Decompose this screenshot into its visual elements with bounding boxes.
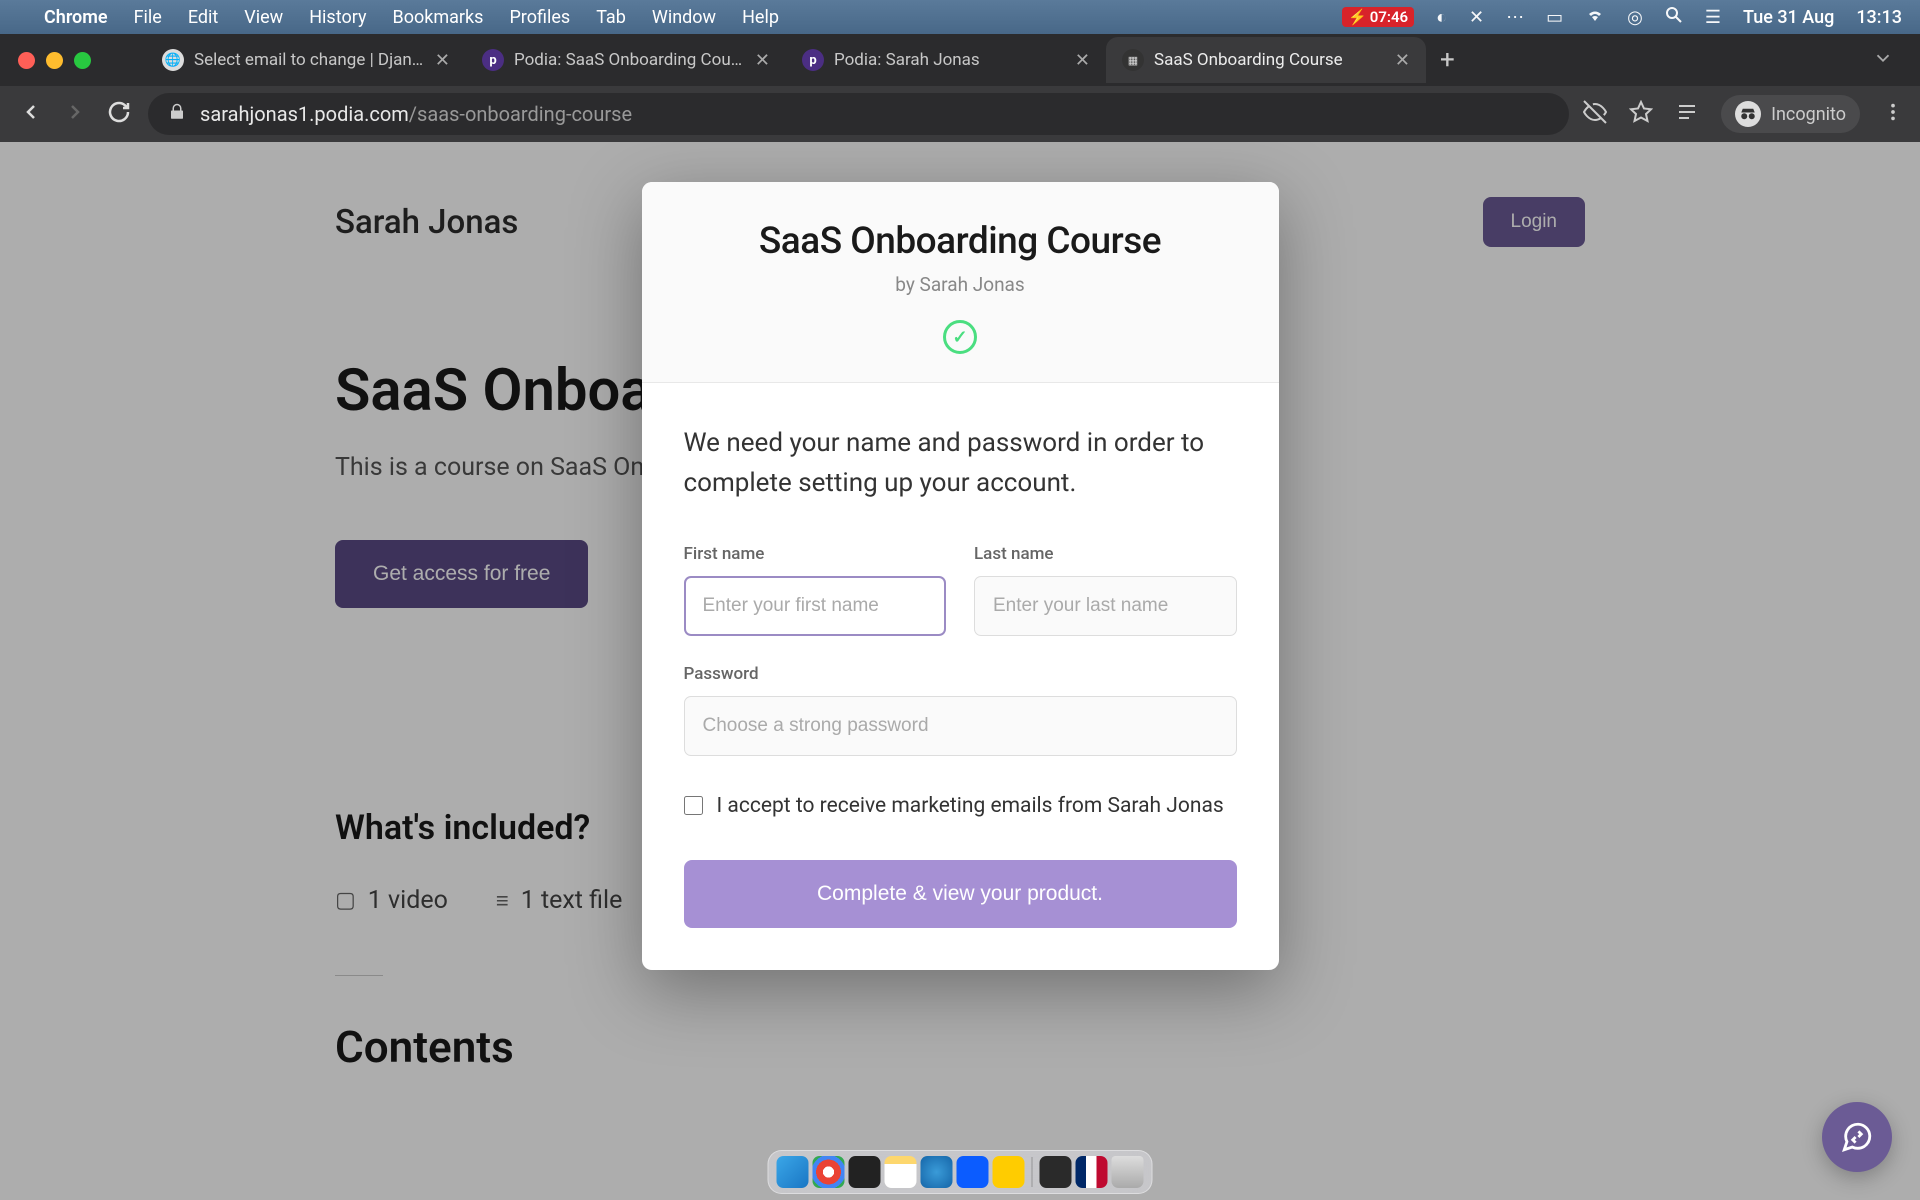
menu-tab[interactable]: Tab bbox=[596, 7, 626, 28]
wifi-icon[interactable] bbox=[1585, 7, 1605, 28]
marketing-consent-row[interactable]: I accept to receive marketing emails fro… bbox=[684, 794, 1237, 818]
dock-separator bbox=[1032, 1157, 1033, 1187]
menu-window[interactable]: Window bbox=[652, 7, 716, 28]
forward-button[interactable] bbox=[60, 100, 90, 128]
favicon-podia-icon: p bbox=[802, 49, 824, 71]
tab-title: SaaS Onboarding Course bbox=[1154, 50, 1385, 70]
password-input[interactable] bbox=[684, 696, 1237, 756]
tab-close-icon[interactable]: ✕ bbox=[1075, 50, 1090, 71]
tab-close-icon[interactable]: ✕ bbox=[435, 50, 450, 71]
favicon-podia-icon: p bbox=[482, 49, 504, 71]
bookmark-star-icon[interactable] bbox=[1629, 100, 1653, 128]
dock-terminal[interactable] bbox=[849, 1156, 881, 1188]
menubar-time[interactable]: 13:13 bbox=[1856, 7, 1902, 28]
menu-file[interactable]: File bbox=[134, 7, 162, 28]
menu-edit[interactable]: Edit bbox=[188, 7, 218, 28]
eye-off-icon[interactable] bbox=[1583, 100, 1607, 128]
dock-app[interactable] bbox=[1076, 1156, 1108, 1188]
tool-icon[interactable]: ✕ bbox=[1469, 7, 1484, 28]
modal-title: SaaS Onboarding Course bbox=[682, 220, 1239, 263]
url-text: sarahjonas1.podia.com/saas-onboarding-co… bbox=[200, 102, 632, 126]
tab-overflow-icon[interactable] bbox=[1872, 47, 1910, 73]
menu-profiles[interactable]: Profiles bbox=[509, 7, 570, 28]
last-name-label: Last name bbox=[974, 544, 1237, 564]
signup-modal: SaaS Onboarding Course by Sarah Jonas ✓ … bbox=[642, 182, 1279, 970]
reading-list-icon[interactable] bbox=[1675, 100, 1699, 128]
modal-message: We need your name and password in order … bbox=[684, 423, 1237, 504]
menu-bookmarks[interactable]: Bookmarks bbox=[392, 7, 483, 28]
tab-title: Podia: Sarah Jonas bbox=[834, 50, 1065, 70]
maximize-window-button[interactable] bbox=[74, 52, 91, 69]
chrome-menu-icon[interactable] bbox=[1882, 101, 1904, 127]
dock-chrome[interactable] bbox=[813, 1156, 845, 1188]
favicon-course-icon: ▦ bbox=[1122, 49, 1144, 71]
dock-app[interactable] bbox=[993, 1156, 1025, 1188]
incognito-label: Incognito bbox=[1771, 104, 1846, 125]
browser-tab[interactable]: 🌐 Select email to change | Django ✕ bbox=[146, 37, 466, 83]
browser-tabbar: 🌐 Select email to change | Django ✕ p Po… bbox=[0, 34, 1920, 86]
battery-status[interactable]: ⚡07:46 bbox=[1342, 7, 1414, 27]
control-center-icon[interactable]: ◎ bbox=[1627, 7, 1643, 28]
macos-menubar: Chrome File Edit View History Bookmarks … bbox=[0, 0, 1920, 34]
last-name-input[interactable] bbox=[974, 576, 1237, 636]
minimize-window-button[interactable] bbox=[46, 52, 63, 69]
favicon-globe-icon: 🌐 bbox=[162, 49, 184, 71]
spotlight-icon[interactable] bbox=[1665, 6, 1683, 29]
lock-icon bbox=[168, 102, 186, 126]
browser-tab[interactable]: p Podia: SaaS Onboarding Cours ✕ bbox=[466, 37, 786, 83]
incognito-badge[interactable]: Incognito bbox=[1721, 95, 1860, 133]
modal-overlay[interactable]: SaaS Onboarding Course by Sarah Jonas ✓ … bbox=[0, 142, 1920, 1200]
first-name-input[interactable] bbox=[684, 576, 947, 636]
password-label: Password bbox=[684, 664, 1237, 684]
incognito-icon bbox=[1735, 101, 1761, 127]
first-name-label: First name bbox=[684, 544, 947, 564]
tab-close-icon[interactable]: ✕ bbox=[1395, 50, 1410, 71]
complete-button[interactable]: Complete & view your product. bbox=[684, 860, 1237, 928]
close-window-button[interactable] bbox=[18, 52, 35, 69]
toggle-icon[interactable]: ◐ bbox=[1436, 7, 1447, 28]
menu-help[interactable]: Help bbox=[742, 7, 779, 28]
battery-icon[interactable]: ▭ bbox=[1546, 7, 1563, 28]
dock-app[interactable] bbox=[1040, 1156, 1072, 1188]
notifications-icon[interactable]: ☰ bbox=[1705, 7, 1721, 28]
address-input[interactable]: sarahjonas1.podia.com/saas-onboarding-co… bbox=[148, 93, 1569, 135]
marketing-consent-checkbox[interactable] bbox=[684, 796, 703, 815]
page-viewport: Sarah Jonas Login SaaS Onboarding Course… bbox=[0, 142, 1920, 1200]
dock-quicktime[interactable] bbox=[921, 1156, 953, 1188]
dots-icon[interactable]: ⋯ bbox=[1506, 7, 1524, 28]
browser-addressbar: sarahjonas1.podia.com/saas-onboarding-co… bbox=[0, 86, 1920, 142]
dock-finder[interactable] bbox=[777, 1156, 809, 1188]
tab-title: Select email to change | Django bbox=[194, 50, 425, 70]
check-circle-icon: ✓ bbox=[943, 320, 977, 354]
dock-trash[interactable] bbox=[1112, 1156, 1144, 1188]
menu-view[interactable]: View bbox=[244, 7, 283, 28]
menubar-date[interactable]: Tue 31 Aug bbox=[1743, 7, 1834, 28]
dock-app[interactable] bbox=[957, 1156, 989, 1188]
browser-tab[interactable]: p Podia: Sarah Jonas ✕ bbox=[786, 37, 1106, 83]
macos-dock bbox=[768, 1150, 1153, 1194]
tab-close-icon[interactable]: ✕ bbox=[755, 50, 770, 71]
app-name[interactable]: Chrome bbox=[44, 7, 108, 28]
marketing-consent-label: I accept to receive marketing emails fro… bbox=[717, 794, 1224, 818]
window-controls bbox=[18, 52, 91, 69]
chat-bubble-button[interactable] bbox=[1822, 1102, 1892, 1172]
dock-notes[interactable] bbox=[885, 1156, 917, 1188]
menu-history[interactable]: History bbox=[309, 7, 366, 28]
tab-title: Podia: SaaS Onboarding Cours bbox=[514, 50, 745, 70]
new-tab-button[interactable]: + bbox=[1426, 45, 1469, 75]
browser-tab-active[interactable]: ▦ SaaS Onboarding Course ✕ bbox=[1106, 37, 1426, 83]
reload-button[interactable] bbox=[104, 100, 134, 128]
back-button[interactable] bbox=[16, 100, 46, 128]
modal-byline: by Sarah Jonas bbox=[682, 273, 1239, 296]
